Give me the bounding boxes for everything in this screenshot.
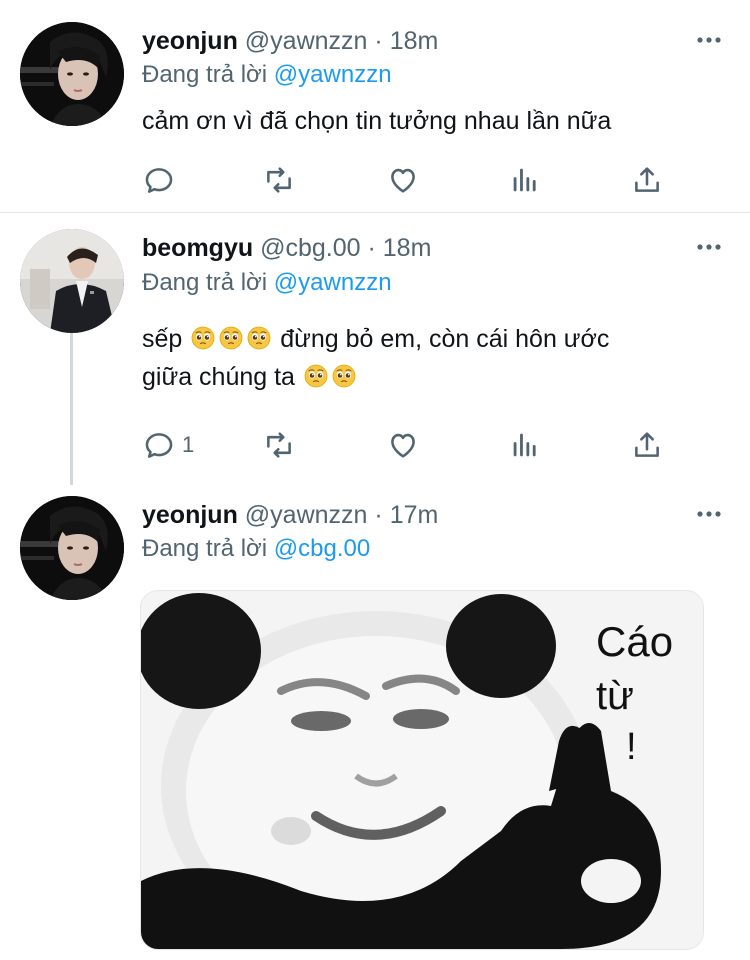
tweet-header: yeonjun @yawnzzn · 18m — [142, 26, 438, 56]
avatar[interactable] — [20, 22, 124, 126]
mention-link[interactable]: @yawnzzn — [274, 269, 392, 296]
pleading-face-emoji — [304, 364, 328, 388]
separator-dot: · — [374, 27, 383, 55]
mention-link[interactable]: @cbg.00 — [274, 535, 370, 562]
tweet-text-part: giữa chúng ta — [142, 363, 295, 391]
separator-dot: · — [367, 234, 376, 262]
avatar-image — [20, 496, 124, 600]
pleading-face-emoji — [219, 326, 243, 350]
action-bar: 1 — [142, 427, 682, 463]
views-button[interactable] — [508, 427, 542, 463]
reply-icon — [142, 428, 176, 462]
tweet-header: yeonjun @yawnzzn · 17m — [142, 500, 438, 530]
share-icon — [630, 428, 664, 462]
share-button[interactable] — [630, 427, 664, 463]
retweet-icon — [262, 163, 296, 197]
display-name[interactable]: yeonjun — [142, 27, 238, 55]
more-button[interactable] — [694, 237, 724, 257]
pleading-face-emoji — [332, 364, 356, 388]
reply-icon — [142, 163, 176, 197]
avatar-image — [20, 22, 124, 126]
like-button[interactable] — [386, 427, 420, 463]
retweet-button[interactable] — [262, 162, 296, 198]
views-icon — [508, 163, 542, 197]
replying-to: Đang trả lời @yawnzzn — [142, 268, 392, 298]
more-icon — [694, 504, 724, 524]
retweet-button[interactable] — [262, 427, 296, 463]
display-name[interactable]: beomgyu — [142, 234, 253, 262]
share-icon — [630, 163, 664, 197]
more-button[interactable] — [694, 30, 724, 50]
panda-meme-image: Cáo từ ! — [141, 591, 703, 949]
avatar-image — [20, 229, 124, 333]
replying-to-label: Đang trả lời — [142, 535, 268, 562]
more-button[interactable] — [694, 504, 724, 524]
action-bar — [142, 162, 682, 198]
media-caption: từ — [596, 674, 634, 718]
share-button[interactable] — [630, 162, 664, 198]
pleading-face-emoji — [191, 326, 215, 350]
tweet[interactable]: yeonjun @yawnzzn · 18m Đang trả lời @yaw… — [0, 0, 750, 212]
tweet-media-image[interactable]: Cáo từ ! — [140, 590, 704, 950]
tweet-text-part: sếp — [142, 325, 183, 353]
retweet-icon — [262, 428, 296, 462]
avatar[interactable] — [20, 229, 124, 333]
like-button[interactable] — [386, 162, 420, 198]
tweet-header: beomgyu @cbg.00 · 18m — [142, 233, 431, 263]
username[interactable]: @yawnzzn — [245, 501, 368, 529]
replying-to: Đang trả lời @yawnzzn — [142, 60, 392, 90]
tweet[interactable]: beomgyu @cbg.00 · 18m Đang trả lời @yawn… — [0, 213, 750, 485]
media-caption: ! — [626, 726, 637, 768]
replying-to: Đang trả lời @cbg.00 — [142, 534, 370, 564]
timestamp[interactable]: 18m — [383, 234, 432, 262]
tweet-text: sếp đừng bỏ em, còn cái hôn ước giữa chú… — [142, 320, 722, 396]
separator-dot: · — [374, 501, 383, 529]
reply-count: 1 — [182, 432, 195, 457]
views-icon — [508, 428, 542, 462]
replying-to-label: Đang trả lời — [142, 61, 268, 88]
avatar[interactable] — [20, 496, 124, 600]
timestamp[interactable]: 17m — [390, 501, 439, 529]
heart-icon — [386, 163, 420, 197]
media-caption: Cáo — [596, 618, 673, 665]
username[interactable]: @cbg.00 — [260, 234, 360, 262]
heart-icon — [386, 428, 420, 462]
timestamp[interactable]: 18m — [390, 27, 439, 55]
pleading-face-emoji — [247, 326, 271, 350]
more-icon — [694, 237, 724, 257]
reply-button[interactable]: 1 — [142, 427, 194, 463]
reply-button[interactable] — [142, 162, 176, 198]
display-name[interactable]: yeonjun — [142, 501, 238, 529]
views-button[interactable] — [508, 162, 542, 198]
tweet-text-part: đừng bỏ em, còn cái hôn ước — [273, 325, 610, 353]
mention-link[interactable]: @yawnzzn — [274, 61, 392, 88]
more-icon — [694, 30, 724, 50]
replying-to-label: Đang trả lời — [142, 269, 268, 296]
username[interactable]: @yawnzzn — [245, 27, 368, 55]
tweet-text: cảm ơn vì đã chọn tin tưởng nhau lần nữa — [142, 107, 612, 135]
